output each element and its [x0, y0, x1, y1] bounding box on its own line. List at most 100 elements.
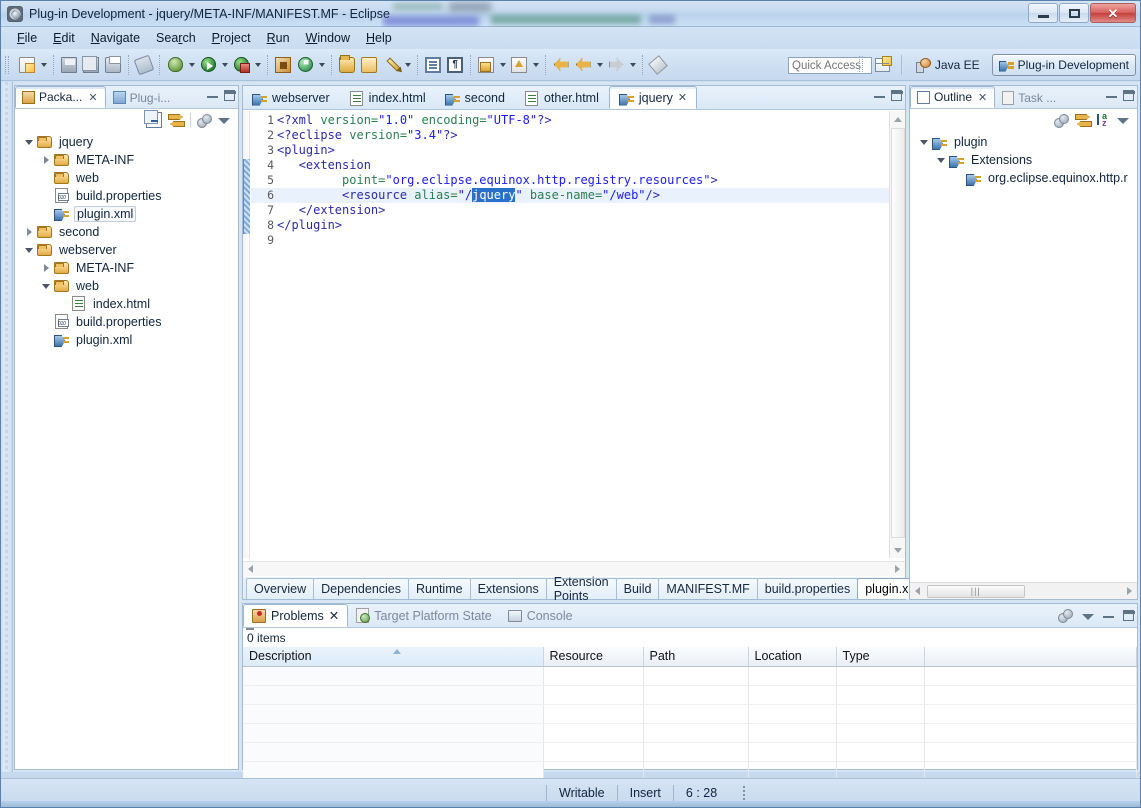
table-row[interactable]	[243, 666, 1137, 686]
tree-item-build-properties[interactable]: build.properties	[15, 187, 238, 205]
quick-fix-dropdown[interactable]	[402, 54, 413, 76]
editor-vertical-scrollbar[interactable]	[889, 111, 905, 558]
next-annotation-dropdown[interactable]	[497, 54, 508, 76]
menu-project[interactable]: Project	[204, 29, 259, 47]
tab-plugins[interactable]: Plug-i...	[106, 86, 179, 108]
maximize-button[interactable]	[1059, 3, 1089, 23]
focus-balls-icon[interactable]	[1058, 609, 1073, 623]
menu-run[interactable]: Run	[259, 29, 298, 47]
expand-twisty-icon[interactable]	[38, 152, 54, 168]
tab-package-explorer[interactable]: Packa... ✕	[15, 86, 106, 108]
minimize-icon[interactable]	[1106, 90, 1117, 101]
ruler-button[interactable]	[647, 54, 669, 76]
maximize-icon[interactable]	[891, 90, 903, 101]
column-header-type[interactable]: Type	[836, 647, 925, 667]
menu-file[interactable]: File	[9, 29, 45, 47]
block-selection-button[interactable]: ¶	[444, 54, 466, 76]
save-button[interactable]	[58, 54, 80, 76]
close-icon[interactable]: ✕	[678, 91, 687, 104]
collapse-twisty-icon[interactable]	[38, 278, 54, 294]
external-tools-dropdown[interactable]	[252, 54, 263, 76]
tree-item-webserver[interactable]: webserver	[15, 241, 238, 259]
tree-item-web[interactable]: web	[15, 169, 238, 187]
focus-on-active-task-icon[interactable]	[197, 113, 212, 128]
tab-problems[interactable]: Problems ✕	[243, 604, 349, 627]
tab-console[interactable]: Console	[500, 604, 581, 627]
run-button[interactable]	[197, 54, 219, 76]
close-icon[interactable]: ✕	[88, 91, 97, 104]
collapse-twisty-icon[interactable]	[933, 152, 949, 168]
form-tab-runtime[interactable]: Runtime	[408, 578, 471, 599]
editor-tab-index-html[interactable]: index.html	[340, 86, 436, 109]
code-line[interactable]: 3 <plugin>	[251, 143, 905, 158]
vertical-scroll-thumb[interactable]	[891, 128, 905, 538]
close-button[interactable]: ✕	[1090, 3, 1136, 23]
maximize-icon[interactable]	[1123, 90, 1135, 101]
code-line[interactable]: 6 <resource alias="/jquery" base-name="/…	[251, 188, 905, 203]
debug-button[interactable]	[164, 54, 186, 76]
maximize-icon[interactable]	[224, 90, 236, 101]
mark-occurrences-button[interactable]	[133, 54, 155, 76]
open-type-button[interactable]	[336, 54, 358, 76]
menu-navigate[interactable]: Navigate	[83, 29, 148, 47]
menu-help[interactable]: Help	[358, 29, 400, 47]
form-tab-dependencies[interactable]: Dependencies	[313, 578, 410, 599]
forward-history-button[interactable]	[605, 54, 627, 76]
code-editor[interactable]: 1 <?xml version="1.0" encoding="UTF-8"?> 2…	[243, 111, 905, 558]
tab-outline[interactable]: Outline ✕	[910, 86, 996, 108]
sort-az-icon[interactable]	[1097, 111, 1111, 128]
menu-search[interactable]: Search	[148, 29, 204, 47]
focus-balls-icon[interactable]	[1054, 113, 1069, 128]
code-line[interactable]: 7 </extension>	[251, 203, 905, 218]
external-tools-button[interactable]	[230, 54, 252, 76]
collapse-all-icon[interactable]	[144, 110, 162, 128]
tree-item-meta-inf[interactable]: META-INF	[15, 151, 238, 169]
column-header-description[interactable]: Description	[243, 647, 544, 667]
editor-tab-jquery[interactable]: jquery ✕	[608, 86, 698, 109]
expand-twisty-icon[interactable]	[38, 260, 54, 276]
table-row[interactable]	[243, 723, 1137, 743]
column-header-resource[interactable]: Resource	[543, 647, 644, 667]
close-icon[interactable]: ✕	[329, 608, 339, 623]
view-menu-icon[interactable]	[1117, 114, 1129, 126]
form-tab-overview[interactable]: Overview	[246, 578, 315, 599]
tree-item-build-properties[interactable]: build.properties	[15, 313, 238, 331]
outline-item-plugin[interactable]: plugin	[910, 133, 1137, 151]
maximize-icon[interactable]	[1123, 610, 1135, 621]
minimize-icon[interactable]	[874, 90, 885, 101]
tree-item-second[interactable]: second	[15, 223, 238, 241]
scroll-left-icon[interactable]	[910, 584, 925, 599]
tab-task-list[interactable]: Task ...	[995, 86, 1064, 108]
scroll-right-icon[interactable]	[890, 562, 905, 577]
tree-item-plugin-xml[interactable]: plugin.xml	[15, 205, 238, 223]
collapse-twisty-icon[interactable]	[916, 134, 932, 150]
code-line[interactable]: 5 point="org.eclipse.equinox.http.regist…	[251, 173, 905, 188]
open-resource-button[interactable]	[358, 54, 380, 76]
new-plugin-project-button[interactable]	[272, 54, 294, 76]
status-bar-grip[interactable]	[739, 785, 749, 801]
perspective-bar-grip[interactable]	[858, 55, 864, 75]
run-dropdown[interactable]	[219, 54, 230, 76]
scroll-left-icon[interactable]	[243, 562, 258, 577]
menu-edit[interactable]: Edit	[45, 29, 83, 47]
form-tab-extension-points[interactable]: Extension Points	[545, 575, 617, 603]
target-definition-button[interactable]	[294, 54, 316, 76]
outline-item-org-eclipse-equinox-http-r[interactable]: org.eclipse.equinox.http.r	[910, 169, 1137, 187]
quick-fix-button[interactable]	[380, 54, 402, 76]
close-icon[interactable]: ✕	[978, 91, 987, 104]
debug-dropdown[interactable]	[186, 54, 197, 76]
previous-annotation-dropdown[interactable]	[530, 54, 541, 76]
code-line[interactable]: 8 </plugin>	[251, 218, 905, 233]
new-wizard-button[interactable]	[16, 54, 38, 76]
expand-twisty-icon[interactable]	[21, 224, 37, 240]
code-line[interactable]: 9	[251, 233, 905, 248]
save-all-button[interactable]	[80, 54, 102, 76]
editor-tab-webserver[interactable]: webserver	[243, 86, 340, 109]
editor-tab-other-html[interactable]: other.html	[515, 86, 609, 109]
back-history-dropdown[interactable]	[594, 54, 605, 76]
view-menu-icon[interactable]	[218, 114, 230, 126]
next-annotation-button[interactable]	[475, 54, 497, 76]
view-menu-icon[interactable]	[1082, 610, 1094, 622]
outline-item-extensions[interactable]: Extensions	[910, 151, 1137, 169]
forward-history-dropdown[interactable]	[627, 54, 638, 76]
